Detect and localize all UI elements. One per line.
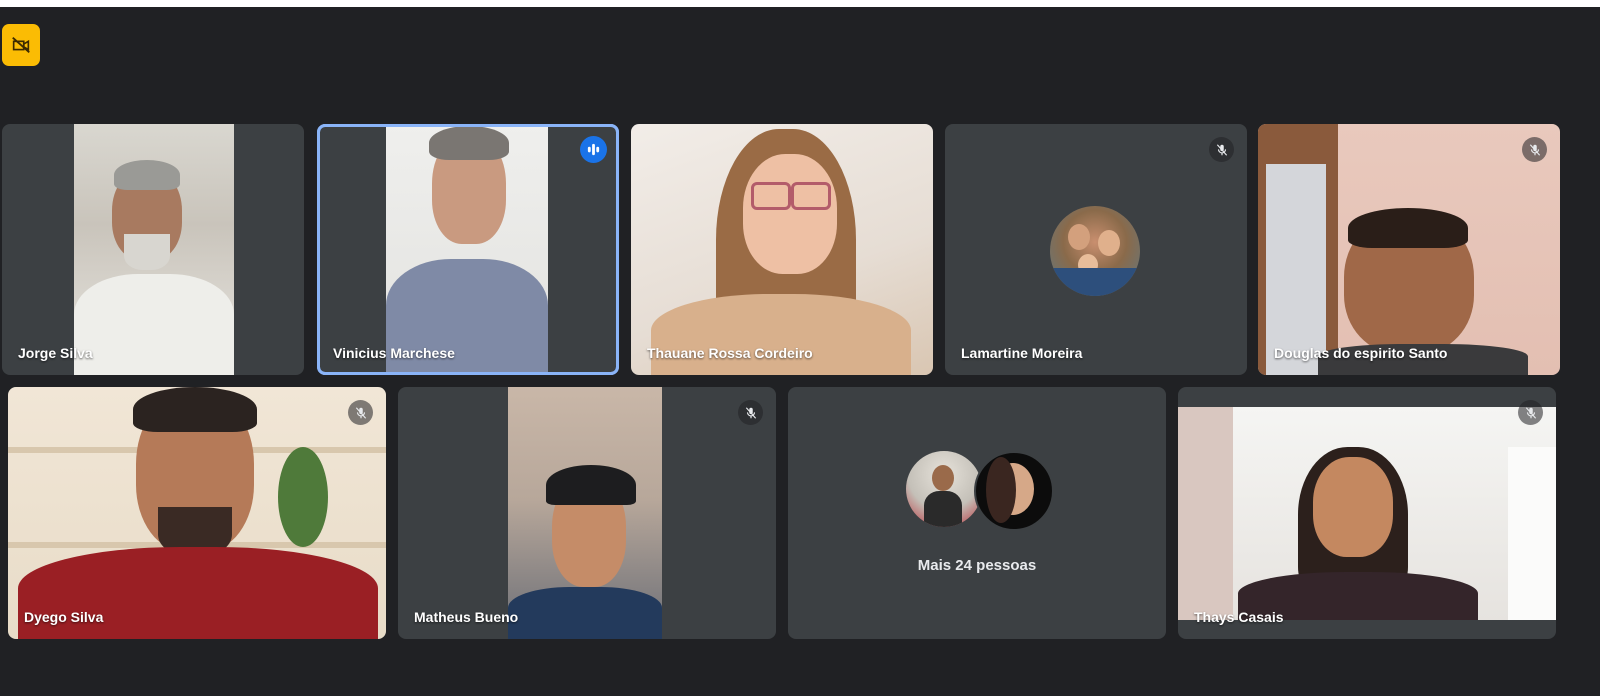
participant-tile[interactable]: Dyego Silva bbox=[8, 387, 386, 639]
participant-tile[interactable]: Thauane Rossa Cordeiro bbox=[631, 124, 933, 375]
participant-avatar bbox=[1050, 206, 1140, 296]
video-feed bbox=[631, 124, 933, 375]
participant-tile-active-speaker[interactable]: Vinicius Marchese bbox=[317, 124, 619, 375]
mic-off-icon bbox=[1529, 143, 1540, 156]
more-participants-tile[interactable]: Mais 24 pessoas bbox=[788, 387, 1166, 639]
camera-off-badge[interactable] bbox=[2, 24, 40, 66]
participant-name: Vinicius Marchese bbox=[333, 345, 455, 361]
top-edge-bar bbox=[0, 0, 1600, 7]
participant-name: Douglas do espirito Santo bbox=[1274, 345, 1448, 361]
participant-tile[interactable]: Douglas do espirito Santo bbox=[1258, 124, 1560, 375]
video-feed bbox=[386, 124, 548, 375]
participant-tile[interactable]: Jorge Silva bbox=[2, 124, 304, 375]
audio-level-icon bbox=[587, 143, 600, 156]
mic-off-icon bbox=[355, 406, 366, 419]
participant-tile[interactable]: Lamartine Moreira bbox=[945, 124, 1247, 375]
participant-tile[interactable]: Thays Casais bbox=[1178, 387, 1556, 639]
video-feed bbox=[8, 387, 386, 639]
video-feed bbox=[1258, 124, 1560, 375]
participant-name: Jorge Silva bbox=[18, 345, 93, 361]
participant-tile[interactable]: Matheus Bueno bbox=[398, 387, 776, 639]
more-participants-label: Mais 24 pessoas bbox=[917, 557, 1037, 574]
video-feed bbox=[74, 124, 234, 375]
mic-off-indicator bbox=[348, 400, 373, 425]
participant-name: Thauane Rossa Cordeiro bbox=[647, 345, 813, 361]
participant-name: Thays Casais bbox=[1194, 609, 1284, 625]
no-video-badge-icon bbox=[12, 36, 30, 54]
participant-name: Matheus Bueno bbox=[414, 609, 519, 625]
video-feed bbox=[508, 387, 662, 639]
mic-off-icon bbox=[1525, 406, 1536, 419]
mic-off-icon bbox=[745, 406, 756, 419]
mic-off-indicator bbox=[1522, 137, 1547, 162]
speaking-indicator bbox=[580, 136, 607, 163]
participant-name: Dyego Silva bbox=[24, 609, 104, 625]
video-feed bbox=[1178, 407, 1556, 620]
participant-avatar bbox=[974, 451, 1054, 531]
participant-name: Lamartine Moreira bbox=[961, 345, 1083, 361]
mic-off-indicator bbox=[738, 400, 763, 425]
mic-off-indicator bbox=[1209, 137, 1234, 162]
participant-avatar bbox=[906, 451, 982, 527]
mic-off-icon bbox=[1216, 143, 1227, 156]
mic-off-indicator bbox=[1518, 400, 1543, 425]
